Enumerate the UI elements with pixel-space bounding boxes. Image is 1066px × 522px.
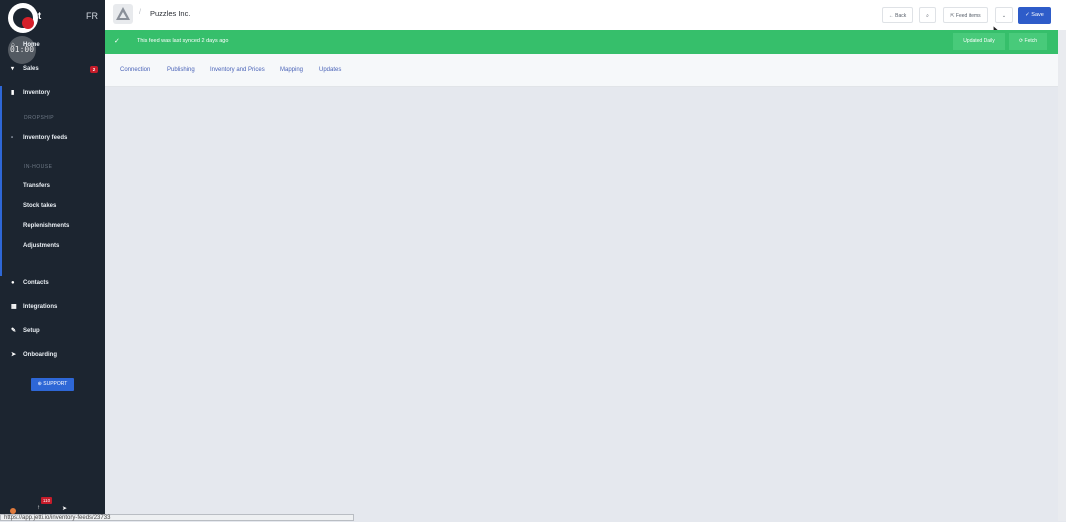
grid-icon: ▦ [11,304,17,310]
sidebar-item-stock-takes[interactable]: Stock takes [0,199,105,215]
section-label-dropship: DROPSHIP [24,115,55,121]
sidebar-item-integrations[interactable]: ▦ Integrations [0,300,105,316]
tab-updates[interactable]: Updates [319,67,341,73]
wrench-icon: ✎ [11,328,17,334]
search-button[interactable]: ⌕ [919,7,936,23]
sync-status-banner: ✓ This feed was last synced 2 days ago U… [105,30,1058,54]
home-icon: ⌂ [11,42,15,48]
save-label: Save [1031,12,1044,18]
person-icon: ● [11,280,15,286]
sidebar-item-label: Inventory feeds [23,135,68,141]
sidebar-item-label: Transfers [23,183,51,189]
section-label-inhouse: IN-HOUSE [24,164,53,170]
sidebar-item-replenishments[interactable]: Replenishments [0,219,105,235]
sidebar-item-label: Adjustments [23,243,60,249]
sidebar-item-setup[interactable]: ✎ Setup [0,324,105,340]
feed-logo [113,4,133,24]
tab-mapping[interactable]: Mapping [280,67,303,73]
sidebar-item-transfers[interactable]: Transfers [0,179,105,195]
cart-icon: ▾ [11,66,15,72]
sidebar-item-onboarding[interactable]: ➤ Onboarding [0,348,105,364]
save-button[interactable]: ✓ Save [1018,7,1051,24]
support-label: SUPPORT [43,381,68,387]
header: / Puzzles Inc. ← Back ⌕ ⇱ Feed items ⌄ ✓… [105,0,1066,34]
sidebar-item-label: Setup [23,328,40,334]
sidebar-item-label: Integrations [23,304,58,310]
scrollbar[interactable] [1058,30,1066,521]
bookmark-icon: ▮ [11,90,15,96]
page-title: Puzzles Inc. [150,9,191,18]
sidebar: rt FR 01:00 ⌂ Home ▾ Sales 2 ▮ Inventory… [0,0,105,521]
rocket-icon: ➤ [11,352,17,358]
feed-items-label: Feed items [955,13,981,19]
tab-connection[interactable]: Connection [120,67,150,73]
language-toggle[interactable]: FR [86,11,98,21]
more-dropdown-button[interactable]: ⌄ [995,7,1013,23]
sidebar-item-label: Sales [23,66,39,72]
sidebar-item-inventory-feeds[interactable]: • Inventory feeds [0,131,105,147]
feed-items-button[interactable]: ⇱ Feed items [943,7,988,23]
sidebar-item-label: Replenishments [23,223,70,229]
tab-publishing[interactable]: Publishing [167,67,195,73]
sidebar-item-label: Onboarding [23,352,57,358]
support-button[interactable]: ⊕ SUPPORT [31,378,74,391]
sidebar-item-label: Inventory [23,90,51,96]
search-icon: ⌕ [926,13,929,19]
back-button[interactable]: ← Back [882,7,913,23]
sidebar-item-label: Contacts [23,280,49,286]
sidebar-item-label: Stock takes [23,203,57,209]
sidebar-item-home[interactable]: ⌂ Home [0,38,105,54]
sidebar-item-label: Home [23,42,40,48]
sync-message: This feed was last synced 2 days ago [137,38,229,44]
check-icon: ✓ [114,38,120,45]
sidebar-item-sales[interactable]: ▾ Sales 2 [0,62,105,78]
chevron-down-icon: ⌄ [1001,13,1007,19]
rocket-icon[interactable]: ➤ [62,505,67,512]
sidebar-item-adjustments[interactable]: Adjustments [0,239,105,255]
triangle-logo-icon [116,7,130,20]
update-schedule-badge: Updated Daily [953,33,1005,50]
brand-name: rt [34,11,42,22]
fetch-label: Fetch [1024,38,1038,44]
tab-inventory-and-prices[interactable]: Inventory and Prices [210,67,265,73]
upload-icon[interactable]: ↑ [37,505,40,511]
tab-bar: Connection Publishing Inventory and Pric… [105,54,1058,87]
sidebar-item-contacts[interactable]: ● Contacts [0,276,105,292]
dot-icon: • [11,135,14,141]
sidebar-item-inventory[interactable]: ▮ Inventory [0,86,105,102]
sales-badge: 2 [90,66,98,73]
notification-badge: 110 [41,497,52,504]
breadcrumb-separator-icon: / [139,9,141,16]
fetch-button[interactable]: ⟳ Fetch [1009,33,1047,50]
back-label: Back [895,13,907,19]
link-preview: https://app.jetti.io/inventory-feeds/237… [0,514,354,521]
